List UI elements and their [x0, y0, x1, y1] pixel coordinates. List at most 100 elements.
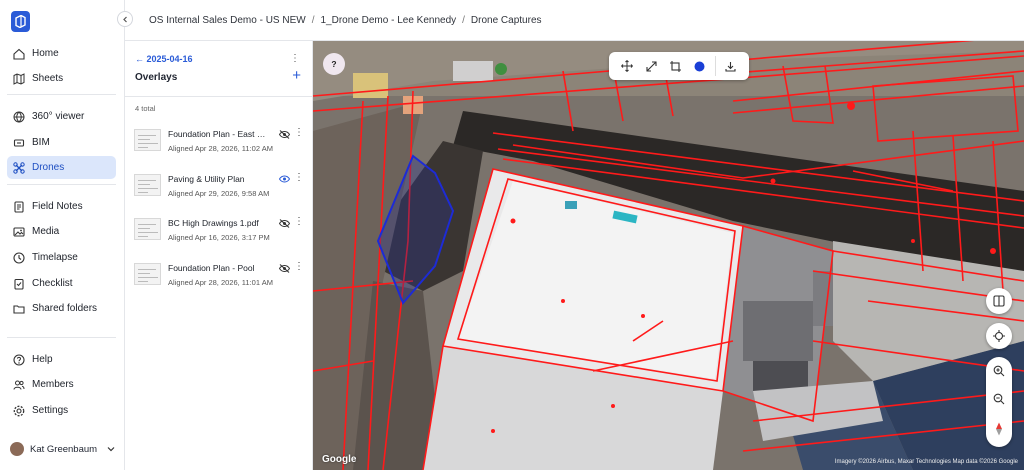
- overlay-item[interactable]: Foundation Plan - East Wing Aligned Apr 2…: [134, 127, 310, 163]
- map-view[interactable]: ? Google Imagery ©2026 Airbus, Maxar Tec…: [313, 41, 1024, 470]
- move-tool-button[interactable]: [618, 57, 636, 75]
- overlay-more-button[interactable]: ⋮: [294, 127, 304, 138]
- chevron-down-icon: [107, 447, 115, 452]
- settings-icon: [13, 405, 25, 417]
- zoom-out-icon: [993, 393, 1005, 405]
- crosshair-icon: [993, 330, 1005, 342]
- sidebar-item-label: 360° viewer: [32, 111, 85, 122]
- sidebar-item-bim[interactable]: BIM: [7, 131, 116, 154]
- sidebar-item-label: Members: [32, 379, 74, 390]
- sidebar-item-home[interactable]: Home: [7, 42, 116, 65]
- color-picker-button[interactable]: [691, 57, 709, 75]
- drone-icon: [13, 161, 25, 174]
- folder-icon: [13, 303, 25, 315]
- user-menu[interactable]: Kat Greenbaum: [10, 442, 115, 456]
- sidebar-item-field-notes[interactable]: Field Notes: [7, 195, 116, 218]
- sidebar-item-checklist[interactable]: Checklist: [7, 272, 116, 295]
- sidebar-item-timelapse[interactable]: Timelapse: [7, 246, 116, 269]
- overlay-item[interactable]: BC High Drawings 1.pdf Aligned Apr 16, 20…: [134, 216, 310, 252]
- panel-title: Overlays: [135, 72, 178, 83]
- breadcrumb-separator: /: [311, 14, 315, 26]
- zoom-out-button[interactable]: [986, 385, 1012, 413]
- sidebar-item-sheets[interactable]: Sheets: [7, 67, 116, 90]
- breadcrumb-item-demo[interactable]: 1_Drone Demo - Lee Kennedy: [321, 15, 457, 26]
- overlay-more-button[interactable]: ⋮: [294, 172, 304, 183]
- sidebar-item-drones[interactable]: Drones: [7, 156, 116, 179]
- notes-icon: [13, 200, 25, 213]
- overlay-thumbnail: [134, 263, 161, 285]
- crop-tool-button[interactable]: [666, 57, 684, 75]
- divider: [714, 56, 716, 76]
- sidebar-item-label: Sheets: [32, 73, 64, 84]
- add-overlay-button[interactable]: +: [292, 68, 301, 83]
- map-icon: [13, 72, 25, 85]
- move-icon: [621, 60, 633, 72]
- breadcrumb-item-captures[interactable]: Drone Captures: [471, 15, 542, 26]
- sidebar-item-label: BIM: [32, 137, 50, 148]
- toggle-visibility-button[interactable]: [277, 127, 291, 141]
- overlay-item[interactable]: Foundation Plan - Pool Aligned Apr 28, 20…: [134, 261, 310, 297]
- overlays-panel: ← 2025-04-16 ⋮ Overlays + 4 total Founda…: [125, 41, 313, 470]
- google-logo: Google: [322, 454, 357, 465]
- sidebar-item-label: Field Notes: [32, 201, 83, 212]
- divider: [125, 96, 313, 97]
- breadcrumb-item-project[interactable]: OS Internal Sales Demo - US NEW: [149, 15, 306, 26]
- compass-button[interactable]: [986, 415, 1012, 443]
- sidebar-item-members[interactable]: Members: [7, 373, 116, 396]
- eye-icon: [278, 175, 290, 183]
- sidebar-item-settings[interactable]: Settings: [7, 399, 116, 422]
- split-view-icon: [993, 295, 1005, 307]
- locate-button[interactable]: [986, 323, 1012, 349]
- toggle-visibility-button[interactable]: [277, 172, 291, 186]
- timelapse-icon: [13, 251, 25, 264]
- sidebar-item-label: Settings: [32, 405, 69, 416]
- sidebar-item-media[interactable]: Media: [7, 220, 116, 243]
- back-to-date-link[interactable]: ← 2025-04-16: [135, 54, 193, 64]
- overlay-aligned-date: Aligned Apr 29, 2026, 9:58 AM: [168, 189, 270, 198]
- split-view-button[interactable]: [986, 288, 1012, 314]
- overlay-name: Paving & Utility Plan: [168, 174, 245, 184]
- overlay-aligned-date: Aligned Apr 28, 2026, 11:02 AM: [168, 144, 273, 153]
- members-icon: [13, 379, 25, 391]
- globe-icon: [13, 111, 25, 123]
- sidebar-item-help[interactable]: Help: [7, 348, 116, 371]
- eye-off-icon: [278, 263, 290, 273]
- crop-icon: [669, 60, 681, 72]
- download-button[interactable]: [722, 57, 740, 75]
- overlay-thumbnail: [134, 218, 161, 240]
- eye-off-icon: [278, 218, 290, 228]
- bim-icon: [13, 137, 25, 149]
- sidebar-item-shared-folders[interactable]: Shared folders: [7, 297, 116, 320]
- zoom-controls: [986, 357, 1012, 447]
- overlay-more-button[interactable]: ⋮: [294, 216, 304, 227]
- divider: [7, 337, 116, 338]
- toggle-visibility-button[interactable]: [277, 261, 291, 275]
- chevron-left-icon: [122, 16, 127, 22]
- map-attribution: Imagery ©2026 Airbus, Maxar Technologies…: [834, 459, 1018, 465]
- zoom-in-icon: [993, 365, 1005, 377]
- color-dot-icon: [694, 61, 705, 71]
- sidebar-item-label: Home: [32, 48, 59, 59]
- divider: [7, 94, 116, 95]
- collapse-sidebar-button[interactable]: [117, 11, 133, 27]
- overlay-more-button[interactable]: ⋮: [294, 261, 304, 272]
- home-icon: [13, 48, 25, 60]
- sidebar-item-label: Checklist: [32, 278, 73, 289]
- sidebar-item-label: Media: [32, 226, 60, 237]
- overlay-aligned-date: Aligned Apr 28, 2026, 11:01 AM: [168, 278, 273, 287]
- toggle-visibility-button[interactable]: [277, 216, 291, 230]
- drone-imagery: [313, 41, 1024, 470]
- scale-tool-button[interactable]: [642, 57, 660, 75]
- help-icon: [13, 353, 25, 366]
- overlay-name: BC High Drawings 1.pdf: [168, 218, 259, 228]
- divider: [7, 184, 116, 185]
- app-logo[interactable]: [11, 11, 30, 32]
- panel-more-button[interactable]: ⋮: [290, 53, 300, 64]
- zoom-in-button[interactable]: [986, 357, 1012, 385]
- sidebar-item-label: Help: [32, 354, 53, 365]
- eye-off-icon: [278, 129, 290, 139]
- help-button[interactable]: ?: [323, 53, 345, 75]
- overlay-item[interactable]: Paving & Utility Plan Aligned Apr 29, 202…: [134, 172, 310, 208]
- image-icon: [13, 226, 25, 238]
- sidebar-item-360-viewer[interactable]: 360° viewer: [7, 105, 116, 128]
